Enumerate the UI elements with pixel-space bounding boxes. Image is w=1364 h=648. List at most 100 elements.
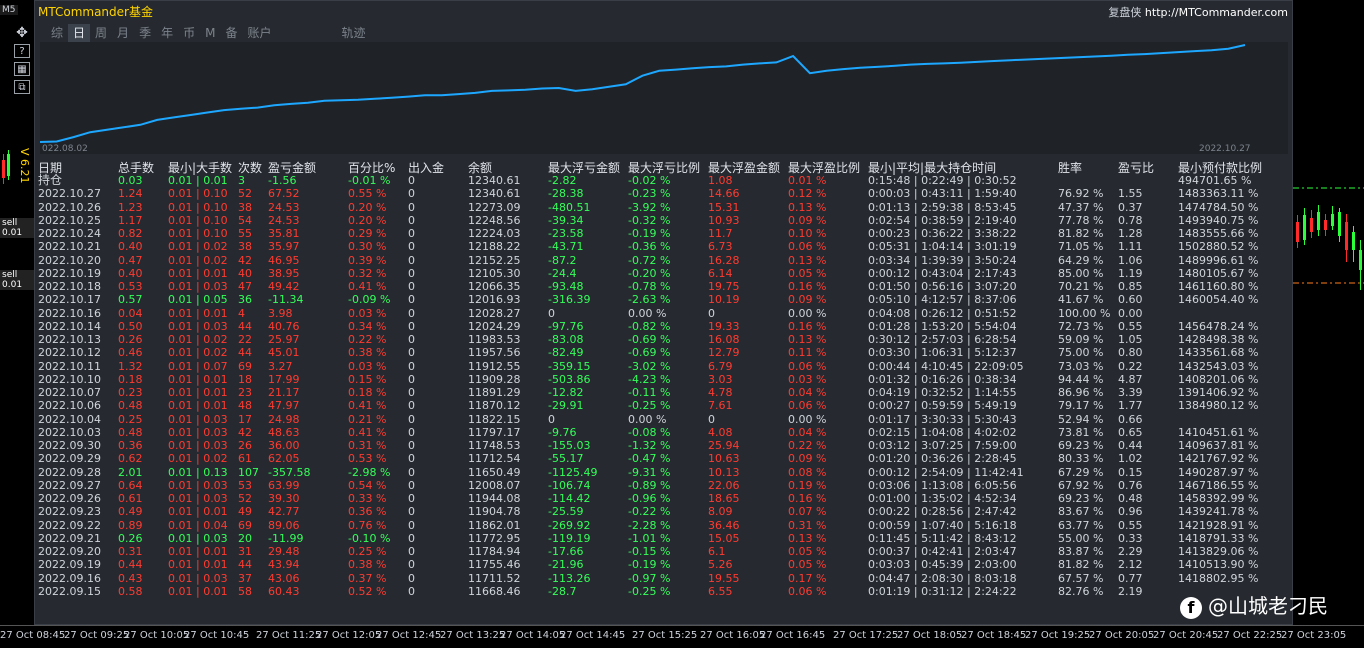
table-cell: 62.05 — [268, 452, 300, 466]
table-cell: 25.94 — [708, 439, 740, 452]
table-cell: 1.08 — [708, 174, 733, 187]
row-date: 2022.09.22 — [38, 518, 101, 532]
tab-5[interactable]: 年 — [156, 24, 178, 42]
table-cell: 52 — [238, 492, 252, 505]
table-cell: 19.33 — [708, 319, 740, 333]
table-cell: 1461160.80 % — [1178, 280, 1259, 293]
help-icon[interactable]: ? — [14, 44, 30, 58]
tab-8[interactable]: 备 — [220, 24, 242, 42]
table-cell: 0.65 — [1118, 425, 1143, 439]
table-cell: 0.01 | 0.03 — [168, 425, 228, 439]
time-label: 27 Oct 11:25 — [256, 630, 322, 641]
tab-6[interactable]: 币 — [178, 24, 200, 42]
table-cell: 0.01 | 0.04 — [168, 518, 228, 532]
site-label: 复盘侠 — [1108, 6, 1142, 19]
table-cell: -82.49 — [548, 346, 584, 360]
table-cell: 0.01 | 0.03 — [168, 439, 228, 452]
tab-9[interactable]: 账户 — [242, 24, 276, 42]
table-cell: 0.21 % — [348, 412, 387, 426]
table-cell: 52 — [238, 187, 252, 201]
brand-title: MTCommander基金 — [38, 5, 153, 19]
table-cell: 49 — [238, 505, 252, 519]
row-date: 2022.10.16 — [38, 306, 101, 320]
table-cell: 0.44 — [1118, 439, 1143, 452]
table-cell: 0.01 | 0.05 — [168, 293, 228, 307]
table-cell: 0.38 % — [348, 346, 387, 360]
table-cell: 0.76 — [1118, 478, 1143, 492]
time-label: 27 Oct 12:05 — [316, 630, 382, 641]
chart-end-date: 2022.10.27 — [1199, 144, 1251, 154]
table-cell: -25.59 — [548, 505, 584, 519]
time-label: 27 Oct 18:45 — [961, 630, 1027, 641]
move-icon[interactable]: ✥ — [14, 26, 30, 40]
table-cell: 63.99 — [268, 478, 300, 492]
site-link[interactable]: 复盘侠 http://MTCommander.com — [1108, 4, 1288, 20]
tab-1[interactable]: 日 — [68, 24, 91, 42]
table-cell: -0.25 % — [628, 584, 671, 598]
table-cell: 1.06 — [1118, 253, 1143, 267]
table-cell: 0.09 % — [788, 452, 827, 466]
table-cell: 0.40 — [118, 240, 143, 254]
table-cell: 43.06 — [268, 571, 300, 585]
table-cell: -0.72 % — [628, 253, 671, 267]
table-cell: 82.76 % — [1058, 584, 1104, 598]
time-label: 27 Oct 13:25 — [440, 630, 506, 641]
table-cell: 10.63 — [708, 452, 740, 466]
table-cell: 1410513.90 % — [1178, 558, 1259, 572]
table-cell: -2.82 — [548, 174, 577, 187]
table-cell: 38 — [238, 240, 252, 254]
tab-10[interactable]: 轨迹 — [337, 24, 371, 42]
table-cell: 0 — [408, 571, 415, 585]
table-cell: 23 — [238, 386, 252, 399]
tab-0[interactable]: 综 — [46, 24, 68, 42]
time-label: 27 Oct 12:45 — [376, 630, 442, 641]
table-cell: 86.96 % — [1058, 386, 1104, 399]
table-cell: 0 — [408, 412, 415, 426]
table-cell: 76.92 % — [1058, 187, 1104, 201]
table-cell: 0.13 % — [788, 531, 827, 545]
table-cell: -119.19 — [548, 531, 591, 545]
tab-7[interactable]: M — [200, 24, 220, 42]
column-header: 胜率 — [1058, 161, 1083, 175]
table-cell: 47 — [238, 280, 252, 293]
table-cell: -17.66 — [548, 545, 584, 558]
tree-icon[interactable]: ▦ — [14, 62, 30, 76]
table-cell: 3.27 — [268, 359, 293, 373]
table-cell: 5.26 — [708, 558, 733, 572]
table-cell: 0.13 % — [788, 333, 827, 346]
table-cell: 0.48 — [118, 425, 143, 439]
window-icon[interactable]: ⧉ — [14, 80, 30, 94]
table-cell: 0.06 % — [788, 399, 827, 413]
table-cell: 59.09 % — [1058, 333, 1104, 346]
table-cell: 12224.03 — [468, 227, 521, 240]
table-cell: 0:00:23 | 0:36:22 | 3:38:22 — [868, 227, 1017, 240]
table-cell: 10.19 — [708, 293, 740, 307]
tab-4[interactable]: 季 — [134, 24, 156, 42]
table-cell: 54 — [238, 213, 252, 227]
row-date: 2022.10.04 — [38, 412, 101, 426]
table-cell: 0.00 — [1118, 306, 1143, 320]
table-cell: 40.76 — [268, 319, 300, 333]
table-cell: 0.48 — [118, 399, 143, 413]
row-date: 2022.10.13 — [38, 333, 101, 346]
table-cell: 1474784.50 % — [1178, 200, 1259, 214]
table-cell: 2.12 — [1118, 558, 1143, 572]
table-cell: 17 — [238, 412, 252, 426]
table-cell: 11870.12 — [468, 399, 521, 413]
table-cell: 0.32 % — [348, 266, 387, 280]
table-cell: 0.36 — [118, 439, 143, 452]
table-cell: 0.12 % — [788, 187, 827, 201]
tab-2[interactable]: 周 — [90, 24, 112, 42]
tab-3[interactable]: 月 — [112, 24, 134, 42]
table-cell: 0.00 % — [628, 412, 667, 426]
table-cell: 0:00:22 | 0:28:56 | 2:47:42 — [868, 505, 1017, 519]
table-cell: 0.26 — [118, 333, 143, 346]
table-cell: 36 — [238, 293, 252, 307]
equity-curve-svg — [40, 44, 1246, 143]
table-cell: 0.20 % — [348, 200, 387, 214]
table-cell: 0.16 % — [788, 319, 827, 333]
equity-line — [40, 44, 1246, 143]
row-date: 2022.09.30 — [38, 439, 101, 452]
table-cell: 26 — [238, 439, 252, 452]
table-cell: 1483555.66 % — [1178, 227, 1259, 240]
